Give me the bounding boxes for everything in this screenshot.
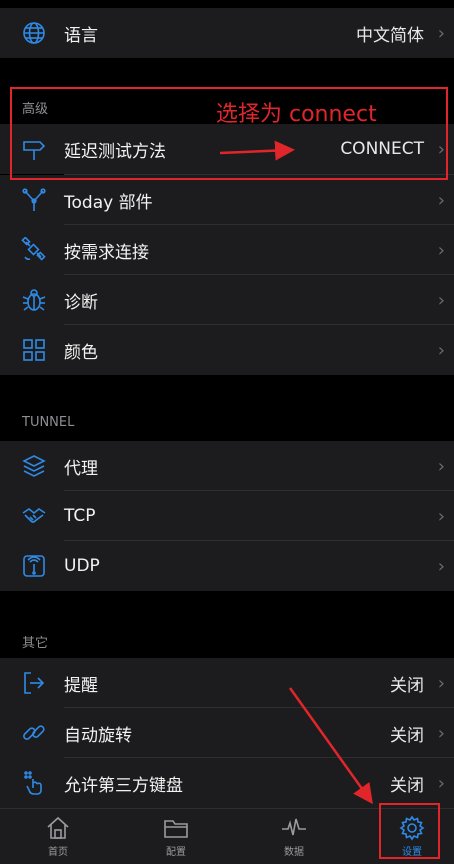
chevron-right-icon: › — [437, 189, 445, 211]
chevron-right-icon: › — [437, 455, 445, 477]
handshake-icon — [20, 502, 48, 530]
chevron-right-icon: › — [437, 239, 445, 261]
today-widget-label: Today 部件 — [64, 192, 153, 213]
diagnose-label: 诊断 — [64, 292, 98, 313]
tab-config-label: 配置 — [166, 847, 186, 858]
auto-rotate-label: 自动旋转 — [64, 725, 132, 746]
reminder-value: 关闭 — [390, 675, 424, 696]
chevron-right-icon: › — [437, 555, 445, 577]
globe-icon — [20, 19, 48, 47]
chevron-right-icon: › — [437, 722, 445, 744]
on-demand-label: 按需求连接 — [64, 242, 149, 263]
proxy-row[interactable]: 代理 › — [0, 441, 454, 491]
diagnose-row[interactable]: 诊断 › — [0, 275, 454, 325]
third-keyboard-row[interactable]: 允许第三方键盘 关闭 › — [0, 758, 454, 808]
satellite-icon — [20, 236, 48, 264]
chevron-right-icon: › — [437, 505, 445, 527]
language-label: 语言 — [64, 25, 98, 46]
today-widget-row[interactable]: Today 部件 › — [0, 175, 454, 225]
reminder-row[interactable]: 提醒 关闭 › — [0, 658, 454, 708]
proxy-label: 代理 — [64, 458, 98, 479]
color-label: 颜色 — [64, 342, 98, 363]
language-value: 中文简体 — [356, 25, 424, 46]
tab-data[interactable]: 数据 — [264, 813, 324, 863]
exit-icon — [20, 669, 48, 697]
section-header-other: 其它 — [0, 632, 454, 651]
layers-icon — [20, 452, 48, 480]
folder-icon — [164, 820, 188, 838]
udp-icon — [20, 552, 48, 580]
section-header-tunnel: TUNNEL — [0, 415, 454, 430]
keyboard-hand-icon — [20, 769, 48, 797]
udp-row[interactable]: UDP › — [0, 541, 454, 591]
tab-home[interactable]: 首页 — [28, 813, 88, 863]
auto-rotate-row[interactable]: 自动旋转 关闭 › — [0, 708, 454, 758]
language-row[interactable]: 语言 中文简体 › — [0, 8, 454, 58]
grid-icon — [20, 336, 48, 364]
on-demand-row[interactable]: 按需求连接 › — [0, 225, 454, 275]
annotation-text: 选择为 connect — [216, 102, 377, 127]
tab-config[interactable]: 配置 — [146, 813, 206, 863]
third-keyboard-value: 关闭 — [390, 775, 424, 796]
tab-data-label: 数据 — [284, 847, 304, 858]
chevron-right-icon: › — [437, 772, 445, 794]
tab-home-label: 首页 — [48, 847, 68, 858]
auto-rotate-value: 关闭 — [390, 725, 424, 746]
tcp-label: TCP — [64, 506, 96, 526]
network-icon — [20, 186, 48, 214]
link-icon — [20, 719, 48, 747]
udp-label: UDP — [64, 556, 100, 576]
pulse-icon — [282, 818, 306, 836]
annotation-tab-box — [379, 803, 440, 859]
home-icon — [47, 816, 69, 839]
tcp-row[interactable]: TCP › — [0, 491, 454, 541]
color-row[interactable]: 颜色 › — [0, 325, 454, 375]
bug-icon — [20, 286, 48, 314]
chevron-right-icon: › — [437, 672, 445, 694]
third-keyboard-label: 允许第三方键盘 — [64, 775, 183, 796]
chevron-right-icon: › — [437, 289, 445, 311]
chevron-right-icon: › — [437, 22, 445, 44]
chevron-right-icon: › — [437, 339, 445, 361]
reminder-label: 提醒 — [64, 675, 98, 696]
